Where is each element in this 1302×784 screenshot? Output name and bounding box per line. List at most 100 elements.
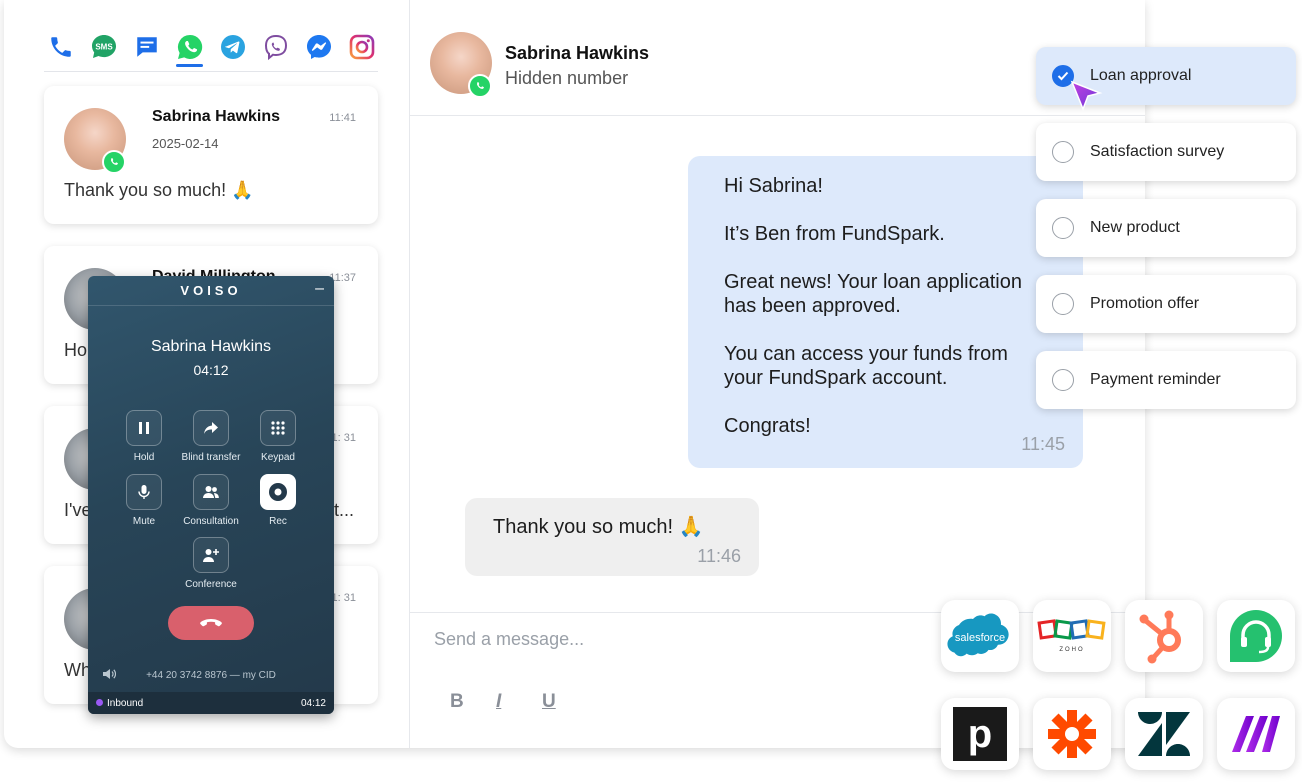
template-option-promotion-offer[interactable]: Promotion offer [1036, 275, 1296, 333]
forward-arrow-icon [204, 422, 218, 434]
conversation-name: Sabrina Hawkins [152, 108, 281, 125]
tab-viber[interactable] [259, 28, 292, 66]
sms-icon: SMS [91, 35, 116, 58]
make-logo [1232, 716, 1280, 752]
zoho-integration[interactable]: ZOHO [1033, 600, 1111, 672]
chat-header: Sabrina Hawkins Hidden number [410, 0, 1145, 116]
button-label: Conference [185, 579, 237, 590]
hangup-icon [200, 619, 222, 627]
template-label: Loan approval [1090, 67, 1192, 84]
radio-icon [1052, 217, 1074, 239]
cursor-icon [1070, 80, 1103, 112]
softphone-widget: VOISO – Sabrina Hawkins 04:12 Hold Blind… [88, 276, 334, 714]
zoho-label: ZOHO [1059, 647, 1084, 653]
record-icon [269, 483, 287, 501]
template-option-satisfaction-survey[interactable]: Satisfaction survey [1036, 123, 1296, 181]
salesforce-logo: salesforce [947, 613, 1009, 657]
viber-icon [264, 34, 287, 61]
hubspot-logo [1139, 610, 1181, 664]
contact-name: Sabrina Hawkins [505, 43, 650, 63]
footer-timer: 04:12 [300, 697, 326, 709]
zapier-integration[interactable] [1033, 698, 1111, 770]
message-text: Thank you so much! 🙏 [493, 516, 704, 538]
caller-id: +44 20 3742 8876 — my CID [146, 670, 276, 681]
hubspot-integration[interactable] [1125, 600, 1203, 672]
record-button[interactable]: Rec [238, 474, 318, 527]
channel-tabs: SMS [44, 28, 378, 72]
microphone-icon [138, 485, 150, 499]
zendesk-integration[interactable] [1125, 698, 1203, 770]
keypad-button[interactable]: Keypad [238, 410, 318, 463]
tab-message[interactable] [130, 28, 163, 66]
conference-button[interactable]: Conference [171, 537, 251, 590]
radio-icon [1052, 369, 1074, 391]
keypad-icon [271, 421, 285, 435]
message-time: 11:45 [1021, 434, 1065, 454]
conversation-time: 1: 31 [331, 432, 356, 444]
message-line: You can access your funds from your Fund… [724, 343, 1008, 389]
pipedrive-logo: p [953, 707, 1007, 761]
message-line: Congrats! [724, 415, 811, 437]
template-label: New product [1090, 219, 1180, 236]
tab-messenger[interactable] [302, 28, 335, 66]
tab-phone[interactable] [44, 28, 77, 66]
telegram-icon [220, 35, 245, 59]
brand-logo: VOISO [180, 283, 242, 298]
template-label: Satisfaction survey [1090, 143, 1225, 160]
direction-label: Inbound [107, 697, 144, 709]
freshdesk-integration[interactable] [1217, 600, 1295, 672]
template-option-new-product[interactable]: New product [1036, 199, 1296, 257]
phone-icon [50, 37, 71, 57]
people-icon [203, 486, 219, 498]
incoming-message: Thank you so much! 🙏 11:46 [465, 498, 759, 576]
message-input[interactable] [434, 629, 934, 650]
call-contact-name: Sabrina Hawkins [150, 338, 272, 355]
italic-button[interactable]: I [496, 691, 501, 713]
underline-button[interactable]: U [542, 691, 556, 713]
conversation-time: 11:41 [329, 112, 356, 124]
conversation-preview: Thank you so much! 🙏 [64, 180, 254, 200]
sms-label: SMS [95, 43, 113, 52]
contact-number: Hidden number [505, 68, 629, 88]
bold-button[interactable]: B [450, 691, 464, 713]
salesforce-label: salesforce [955, 632, 1005, 644]
salesforce-integration[interactable]: salesforce [941, 600, 1019, 672]
call-timer: 04:12 [193, 362, 229, 378]
status-dot [96, 698, 103, 706]
template-option-payment-reminder[interactable]: Payment reminder [1036, 351, 1296, 409]
softphone-footer: Inbound 04:12 [88, 692, 334, 714]
whatsapp-badge-icon [102, 150, 126, 174]
tab-instagram[interactable] [345, 28, 378, 66]
conversation-preview: Ho [64, 340, 88, 360]
conversation-preview-tail: t... [334, 500, 355, 520]
messenger-icon [306, 35, 331, 59]
conversation-time: 1: 31 [331, 592, 356, 604]
hangup-button[interactable] [168, 606, 254, 640]
outgoing-message: Hi Sabrina! It’s Ben from FundSpark. Gre… [688, 156, 1083, 468]
call-direction: Inbound [96, 698, 143, 709]
message-icon [136, 37, 157, 57]
tab-whatsapp[interactable] [173, 28, 206, 67]
zapier-logo [1048, 710, 1096, 758]
tab-sms[interactable]: SMS [87, 28, 120, 66]
conversation-date: 2025-02-14 [152, 136, 219, 151]
minimize-button[interactable]: – [315, 280, 324, 298]
radio-icon [1052, 293, 1074, 315]
add-person-icon [203, 549, 219, 562]
conversation-preview: Wh [64, 660, 91, 680]
make-integration[interactable] [1217, 698, 1295, 770]
whatsapp-icon [177, 34, 202, 59]
message-time: 11:46 [697, 546, 741, 566]
pipedrive-integration[interactable]: p [941, 698, 1019, 770]
message-line: Hi Sabrina! [724, 175, 823, 197]
tab-telegram[interactable] [216, 28, 249, 66]
pause-icon [139, 422, 149, 434]
zoho-logo: ZOHO [1037, 619, 1106, 653]
conversation-card[interactable]: Sabrina Hawkins 2025-02-14 11:41 Thank y… [44, 86, 378, 224]
message-line: It’s Ben from FundSpark. [724, 223, 945, 245]
template-label: Payment reminder [1090, 371, 1221, 388]
button-label: Rec [269, 516, 287, 527]
softphone-header: VOISO – [88, 276, 334, 306]
template-label: Promotion offer [1090, 295, 1200, 312]
whatsapp-badge-icon [468, 74, 492, 98]
